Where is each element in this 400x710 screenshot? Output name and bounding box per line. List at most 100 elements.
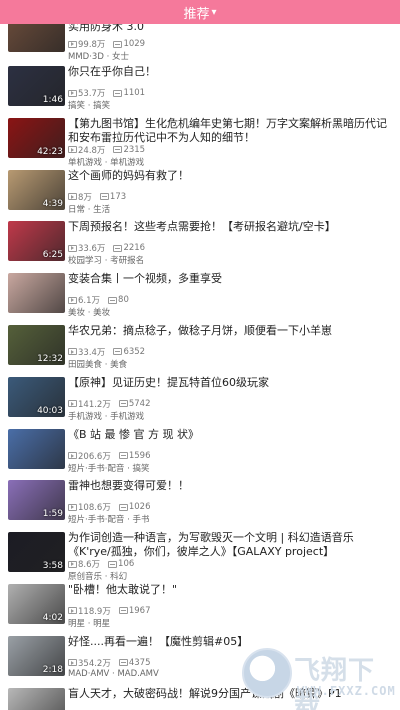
danmu-count: 5742	[118, 398, 151, 409]
video-title[interactable]: 雷神也想要变得可爱！！	[68, 479, 393, 493]
video-category: 明星 · 明星	[68, 618, 111, 629]
play-icon	[68, 560, 77, 568]
list-item[interactable]: 实用防身术 3.0 99.8万 1029 MMD·3D · 女士	[0, 24, 400, 63]
danmu-count-value: 80	[118, 295, 129, 306]
danmu-count: 2216	[113, 243, 145, 253]
play-count-value: 6.1万	[78, 296, 101, 307]
video-stats: 99.8万 1029	[68, 38, 145, 50]
danmu-count-value: 1026	[128, 502, 151, 513]
duration-label: 40:03	[37, 405, 63, 416]
video-title[interactable]: 为作词创造一种语言，为写歌毁灭一个文明 | 科幻造语音乐《K'rye/孤独，你们…	[68, 531, 393, 559]
play-count-value: 118.9万	[78, 606, 111, 617]
video-thumbnail[interactable]: 1:46	[8, 66, 65, 106]
danmu-icon	[118, 659, 128, 667]
duration-label: 6:25	[42, 250, 63, 261]
danmu-icon	[113, 244, 123, 252]
play-count: 33.4万	[68, 346, 105, 358]
play-icon	[68, 89, 77, 97]
danmu-count-value: 4375	[128, 657, 151, 668]
video-title[interactable]: 【原神】见证历史！提瓦特首位60级玩家	[68, 376, 393, 390]
video-stats: 118.9万 1967	[68, 605, 150, 617]
list-item[interactable]: 12:32 华农兄弟：摘点稔子，做稔子月饼，顺便看一下小羊崽 33.4万 6352 田园…	[0, 322, 400, 374]
video-title[interactable]: 好怪....再看一遍！【魔性剪辑#05】	[68, 635, 393, 649]
danmu-count-value: 2216	[123, 243, 146, 254]
list-item[interactable]: 40:03 【原神】见证历史！提瓦特首位60级玩家 141.2万 5742 手机游戏 ·…	[0, 374, 400, 426]
video-thumbnail[interactable]	[8, 428, 65, 469]
video-category: 美妆 · 美妆	[68, 308, 111, 319]
list-item[interactable]: 1:46 你只在乎你自己！ 53.7万 1101 搞笑 · 搞笑	[0, 63, 400, 115]
danmu-count-value: 5742	[128, 398, 151, 409]
video-stats: 33.4万 6352	[68, 346, 145, 358]
video-title[interactable]: "卧槽！他太敢说了！"	[68, 583, 393, 597]
video-thumbnail[interactable]: 40:03	[8, 376, 65, 417]
video-thumbnail[interactable]: 6:25	[8, 221, 65, 262]
video-stats: 354.2万 4375	[68, 657, 150, 669]
watermark-url: WWW.FXXZ.COM	[297, 684, 396, 698]
watermark-logo-icon	[242, 648, 292, 698]
list-item[interactable]: 42:23 【第九图书馆】生化危机编年史第七期！万字文案解析黑暗历代记和安布雷拉历…	[0, 115, 400, 168]
video-stats: 6.1万 80	[68, 294, 129, 306]
list-item[interactable]: 6:25 下周预报名！这些考点需要抢！【考研报名避坑/空卡】 33.6万 2216 校园…	[0, 218, 400, 270]
play-count-value: 53.7万	[78, 89, 106, 99]
video-thumbnail[interactable]: 4:39	[8, 169, 65, 210]
header-title[interactable]: 推荐	[183, 3, 209, 22]
video-thumbnail[interactable]	[8, 273, 65, 314]
top-bar[interactable]: 推荐 ▾	[0, 0, 400, 24]
video-stats: 141.2万 5742	[68, 398, 150, 410]
play-count-value: 141.2万	[78, 399, 111, 410]
list-item[interactable]: 变装合集丨一个视频，多重享受 6.1万 80 美妆 · 美妆	[0, 270, 400, 322]
video-title[interactable]: 你只在乎你自己！	[68, 65, 393, 79]
danmu-count-value: 2315	[123, 144, 146, 155]
play-icon	[68, 503, 77, 511]
danmu-icon	[108, 296, 118, 304]
video-stats: 33.6万 2216	[68, 242, 145, 254]
play-count: 99.8万	[68, 38, 105, 50]
danmu-icon	[118, 607, 128, 615]
chevron-down-icon[interactable]: ▾	[211, 7, 216, 18]
video-thumbnail[interactable]: 2:18	[8, 635, 65, 676]
video-thumbnail[interactable]: 1:59	[8, 480, 65, 521]
danmu-count: 1967	[118, 606, 150, 616]
duration-label: 4:02	[42, 612, 63, 623]
danmu-count: 1029	[113, 39, 145, 49]
play-count: 53.7万	[68, 87, 105, 99]
watermark-text: 飞翔下载	[294, 656, 376, 710]
play-count: 33.6万	[68, 242, 105, 254]
list-item[interactable]: 4:02 "卧槽！他太敢说了！" 118.9万 1967 明星 · 明星	[0, 581, 400, 633]
play-count: 6.1万	[68, 294, 100, 306]
video-thumbnail[interactable]	[8, 24, 65, 52]
danmu-count-value: 173	[109, 191, 127, 202]
video-thumbnail[interactable]: 3:58	[8, 532, 65, 573]
danmu-count: 2315	[113, 145, 145, 155]
list-item[interactable]: 3:58 为作词创造一种语言，为写歌毁灭一个文明 | 科幻造语音乐《K'rye/孤…	[0, 529, 400, 582]
list-item[interactable]: 4:39 这个画师的妈妈有救了！ 8万 173 日常 · 生活	[0, 167, 400, 219]
video-category: 搞笑 · 搞笑	[68, 101, 111, 111]
danmu-count-value: 106	[118, 559, 135, 570]
danmu-count: 80	[108, 295, 129, 305]
video-thumbnail[interactable]: 4:02	[8, 583, 65, 624]
video-thumbnail[interactable]	[8, 687, 65, 710]
video-title[interactable]: 华农兄弟：摘点稔子，做稔子月饼，顺便看一下小羊崽	[68, 324, 393, 338]
danmu-count: 173	[99, 191, 127, 202]
video-stats: 8万 173	[68, 191, 126, 203]
video-title[interactable]: 下周预报名！这些考点需要抢！【考研报名避坑/空卡】	[68, 220, 393, 234]
video-title[interactable]: 《B 站 最 惨 官 方 现 状》	[68, 428, 393, 442]
video-thumbnail[interactable]: 12:32	[8, 324, 65, 365]
play-icon	[68, 659, 77, 667]
play-icon	[68, 452, 77, 460]
list-item[interactable]: 1:59 雷神也想要变得可爱！！ 108.6万 1026 短片·手书·配音 · 手书	[0, 477, 400, 529]
video-title[interactable]: 变装合集丨一个视频，多重享受	[68, 272, 393, 286]
video-title[interactable]: 实用防身术 3.0	[68, 24, 393, 34]
danmu-icon	[113, 146, 123, 154]
video-title[interactable]: 这个画师的妈妈有救了！	[68, 169, 393, 183]
play-count: 206.6万	[68, 450, 111, 462]
danmu-count-value: 1596	[128, 450, 151, 461]
play-count-value: 24.8万	[78, 145, 106, 156]
video-thumbnail[interactable]: 42:23	[8, 117, 65, 158]
video-title[interactable]: 【第九图书馆】生化危机编年史第七期！万字文案解析黑暗历代记和安布雷拉历代记中不为…	[68, 117, 393, 145]
video-category: MMD·3D · 女士	[68, 52, 129, 62]
video-feed[interactable]: 实用防身术 3.0 99.8万 1029 MMD·3D · 女士 1:46 你只在乎你自己…	[0, 24, 400, 710]
play-icon	[68, 193, 77, 201]
video-category: 校园学习 · 考研报名	[68, 256, 145, 267]
list-item[interactable]: 《B 站 最 惨 官 方 现 状》 206.6万 1596 短片·手书·配音 · 搞笑	[0, 426, 400, 478]
